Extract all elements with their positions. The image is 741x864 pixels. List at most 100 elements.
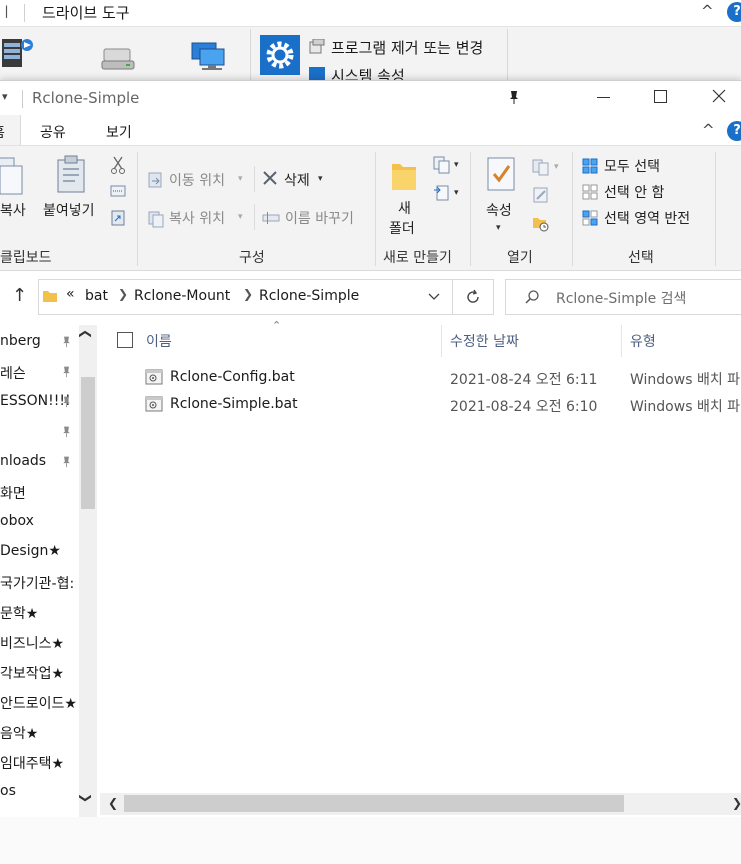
tab-home[interactable]: 홈 [0, 115, 21, 145]
pin-icon[interactable] [506, 89, 522, 105]
breadcrumb-separator-icon[interactable]: ❯ [243, 287, 253, 301]
column-header-modified[interactable]: 수정한 날짜 [450, 331, 519, 351]
breadcrumb-bat[interactable]: bat [85, 288, 108, 304]
pin-icon[interactable] [60, 335, 73, 348]
breadcrumb-separator-icon[interactable]: ❯ [118, 287, 128, 301]
background-tab-partial[interactable]: ㅣ [0, 2, 13, 22]
select-none-icon[interactable] [582, 184, 598, 200]
history-icon[interactable] [532, 214, 550, 232]
nav-item[interactable]: nberg [0, 331, 79, 355]
nav-item[interactable] [0, 421, 79, 445]
nav-item[interactable]: 각보작업★ [0, 661, 79, 685]
column-divider[interactable] [621, 325, 622, 357]
help-icon[interactable]: ? [727, 121, 741, 141]
nav-item[interactable]: ESSON!!!! [0, 391, 79, 415]
scroll-up-icon[interactable]: ❮ [79, 329, 93, 339]
select-all-checkbox[interactable] [117, 332, 133, 348]
nav-item[interactable]: os [0, 781, 79, 805]
nav-item[interactable]: 국가기관-협: [0, 571, 79, 595]
nav-item[interactable]: Design★ [0, 541, 79, 565]
search-input[interactable]: Rclone-Simple 검색 [556, 288, 686, 308]
new-item-icon[interactable] [433, 156, 451, 174]
nav-item[interactable]: nloads [0, 451, 79, 475]
nav-item[interactable]: 음악★ [0, 721, 79, 745]
paste-icon[interactable] [56, 154, 88, 196]
properties-dropdown-icon[interactable]: ▾ [496, 223, 501, 233]
open-dropdown-icon[interactable]: ▾ [554, 162, 559, 172]
edit-icon[interactable] [532, 186, 550, 204]
table-row[interactable]: Rclone-Simple.bat 2021-08-24 오전 6:10 Win… [100, 392, 741, 418]
select-all-button[interactable]: 모두 선택 [604, 156, 660, 176]
address-bar[interactable]: « bat ❯ Rclone-Mount ❯ Rclone-Simple [38, 279, 454, 315]
tab-share[interactable]: 공유 [40, 122, 66, 142]
properties-icon[interactable] [486, 156, 516, 192]
breadcrumb-rclone-simple[interactable]: Rclone-Simple [259, 288, 359, 304]
settings-gear-icon[interactable] [260, 35, 300, 75]
scroll-left-icon[interactable]: ❮ [108, 796, 118, 810]
copy-button[interactable]: 복사 [0, 200, 26, 220]
nav-item[interactable]: 비즈니스★ [0, 631, 79, 655]
delete-button[interactable]: 삭제 [284, 170, 310, 190]
pin-icon[interactable] [60, 425, 73, 438]
copy-to-dropdown-icon[interactable]: ▾ [238, 212, 243, 222]
select-none-button[interactable]: 선택 안 함 [604, 182, 664, 202]
tab-drive-tools[interactable]: 드라이브 도구 [42, 2, 130, 23]
breadcrumb-overflow[interactable]: « [66, 286, 75, 302]
ribbon-collapse-icon[interactable]: ^ [702, 121, 715, 139]
new-item-dropdown-icon[interactable]: ▾ [454, 160, 459, 170]
nav-item[interactable]: 임대주택★ [0, 751, 79, 775]
table-row[interactable]: Rclone-Config.bat 2021-08-24 오전 6:11 Win… [100, 365, 741, 391]
maximize-button[interactable] [654, 90, 667, 103]
pin-icon[interactable] [60, 365, 73, 378]
copy-path-icon[interactable] [110, 184, 126, 198]
ribbon-collapse-icon[interactable]: ^ [701, 2, 714, 20]
column-header-name[interactable]: 이름 [146, 331, 172, 351]
nav-item[interactable]: 화면 [0, 481, 79, 505]
rename-icon[interactable] [262, 211, 280, 225]
nav-item[interactable]: obox [0, 511, 79, 535]
copy-large-icon[interactable] [0, 156, 30, 200]
rename-button[interactable]: 이름 바꾸기 [285, 208, 354, 228]
address-history-chevron-icon[interactable] [427, 290, 441, 304]
move-to-button[interactable]: 이동 위치 [169, 170, 225, 190]
copy-to-icon[interactable] [148, 210, 164, 228]
horizontal-scroll-thumb[interactable] [124, 795, 624, 812]
minimize-button[interactable] [597, 97, 610, 98]
nav-item[interactable]: 레슨 [0, 361, 79, 385]
new-folder-icon[interactable] [390, 156, 418, 194]
open-icon[interactable] [532, 158, 550, 176]
horizontal-scrollbar[interactable]: ❮ ❯ [100, 793, 741, 815]
select-all-icon[interactable] [582, 158, 598, 174]
help-icon[interactable]: ? [727, 2, 741, 22]
file-name[interactable]: Rclone-Config.bat [170, 369, 295, 385]
network-icon[interactable] [188, 39, 228, 75]
cut-icon[interactable] [110, 156, 126, 174]
file-name[interactable]: Rclone-Simple.bat [170, 396, 298, 412]
move-to-dropdown-icon[interactable]: ▾ [238, 174, 243, 184]
paste-button[interactable]: 붙여넣기 [43, 200, 95, 220]
close-button[interactable] [710, 87, 728, 105]
program-remove-link[interactable]: 프로그램 제거 또는 변경 [331, 37, 483, 58]
breadcrumb-rclone-mount[interactable]: Rclone-Mount [134, 288, 230, 304]
pin-icon[interactable] [60, 395, 73, 408]
column-divider[interactable] [441, 325, 442, 357]
column-header-type[interactable]: 유형 [630, 331, 656, 351]
easy-access-icon[interactable] [433, 184, 451, 202]
tab-view[interactable]: 보기 [106, 122, 132, 142]
new-folder-button[interactable]: 폴더 [389, 218, 415, 238]
scroll-right-icon[interactable]: ❯ [732, 796, 741, 810]
invert-selection-button[interactable]: 선택 영역 반전 [604, 208, 690, 228]
invert-selection-icon[interactable] [582, 210, 598, 226]
search-box[interactable]: Rclone-Simple 검색 [505, 279, 741, 315]
vertical-scrollbar[interactable]: ❮ ❯ [79, 325, 97, 817]
quick-access-dropdown-icon[interactable]: ▾ [2, 90, 8, 103]
delete-icon[interactable] [262, 170, 278, 186]
copy-to-button[interactable]: 복사 위치 [169, 208, 225, 228]
nav-item[interactable]: 안드로이드★ [0, 691, 79, 715]
refresh-button[interactable] [452, 279, 494, 315]
scroll-down-icon[interactable]: ❯ [79, 793, 93, 803]
move-to-icon[interactable] [148, 171, 164, 189]
easy-access-dropdown-icon[interactable]: ▾ [454, 188, 459, 198]
vertical-scroll-thumb[interactable] [81, 377, 95, 509]
nav-item[interactable]: 문학★ [0, 601, 79, 625]
